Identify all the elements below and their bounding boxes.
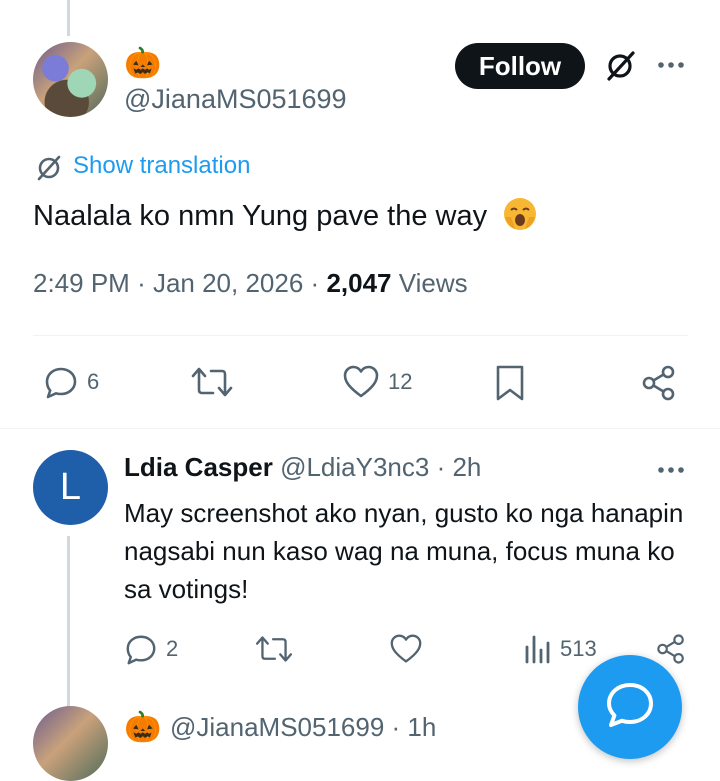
retweet-icon <box>191 367 233 397</box>
author-avatar[interactable] <box>33 42 108 117</box>
reply-author-handle[interactable]: @LdiaY3nc3 <box>280 452 429 482</box>
reply-text: May screenshot ako nyan, gusto ko nga ha… <box>124 498 684 604</box>
reply-author-avatar[interactable]: L <box>33 450 108 525</box>
reply-count: 6 <box>87 369 100 394</box>
author-display-name[interactable]: 🎃 <box>124 44 161 84</box>
next-tweet-handle[interactable]: @JianaMS051699 · 1h <box>170 712 436 743</box>
follow-button[interactable]: Follow <box>455 43 585 89</box>
shocked-face-emoji-icon <box>504 198 537 230</box>
translate-icon <box>37 155 61 181</box>
share-icon <box>642 365 675 401</box>
share-action[interactable] <box>640 364 678 402</box>
analytics-icon <box>525 635 550 664</box>
views-label: Views <box>398 268 468 298</box>
views-count: 2,047 <box>326 268 392 298</box>
divider <box>33 335 688 336</box>
reply-icon <box>45 367 77 399</box>
retweet-action[interactable] <box>191 364 233 400</box>
tweet-text-content: Naalala ko nmn Yung pave the way <box>33 200 488 232</box>
retweet-icon <box>255 636 293 662</box>
show-translation-link[interactable]: Show translation <box>73 152 250 180</box>
reply-retweet-action[interactable] <box>255 633 293 665</box>
reply-icon <box>126 635 156 665</box>
heart-icon <box>390 634 422 663</box>
reply-time[interactable]: 2h <box>452 452 481 482</box>
like-action[interactable]: 12 <box>342 364 412 400</box>
grok-icon[interactable] <box>603 49 637 83</box>
tweet-time: 2:49 PM <box>33 268 130 298</box>
like-count: 12 <box>388 369 413 394</box>
heart-icon <box>343 365 379 398</box>
meta-separator: · <box>436 452 453 482</box>
reply-author-name[interactable]: Ldia Casper <box>124 452 273 482</box>
reply-reply-action[interactable]: 2 <box>124 632 178 666</box>
author-handle[interactable]: @JianaMS051699 <box>124 84 347 115</box>
bookmark-icon <box>496 365 524 401</box>
reply-reply-count: 2 <box>166 636 179 661</box>
thread-connector-line <box>67 536 70 720</box>
thread-connector-line <box>67 0 70 36</box>
tweet-text: Naalala ko nmn Yung pave the way <box>33 195 539 236</box>
reply-header: Ldia Casper @LdiaY3nc3 · 2h <box>124 452 481 483</box>
reply-more-options-icon[interactable] <box>656 462 686 478</box>
divider <box>0 428 720 429</box>
meta-separator: · <box>310 268 327 298</box>
more-options-icon[interactable] <box>656 57 686 73</box>
reply-action[interactable]: 6 <box>43 364 99 400</box>
tweet-date: Jan 20, 2026 <box>152 268 304 298</box>
meta-separator: · <box>137 268 153 298</box>
next-tweet-author-name[interactable]: 🎃 <box>124 708 161 748</box>
reply-bubble-icon <box>607 683 653 727</box>
tweet-meta: 2:49 PM · Jan 20, 2026 · 2,047 Views <box>33 268 468 299</box>
reply-like-action[interactable] <box>389 633 423 665</box>
next-tweet-avatar[interactable] <box>33 706 108 781</box>
bookmark-action[interactable] <box>494 364 526 402</box>
compose-reply-button[interactable] <box>578 655 682 759</box>
